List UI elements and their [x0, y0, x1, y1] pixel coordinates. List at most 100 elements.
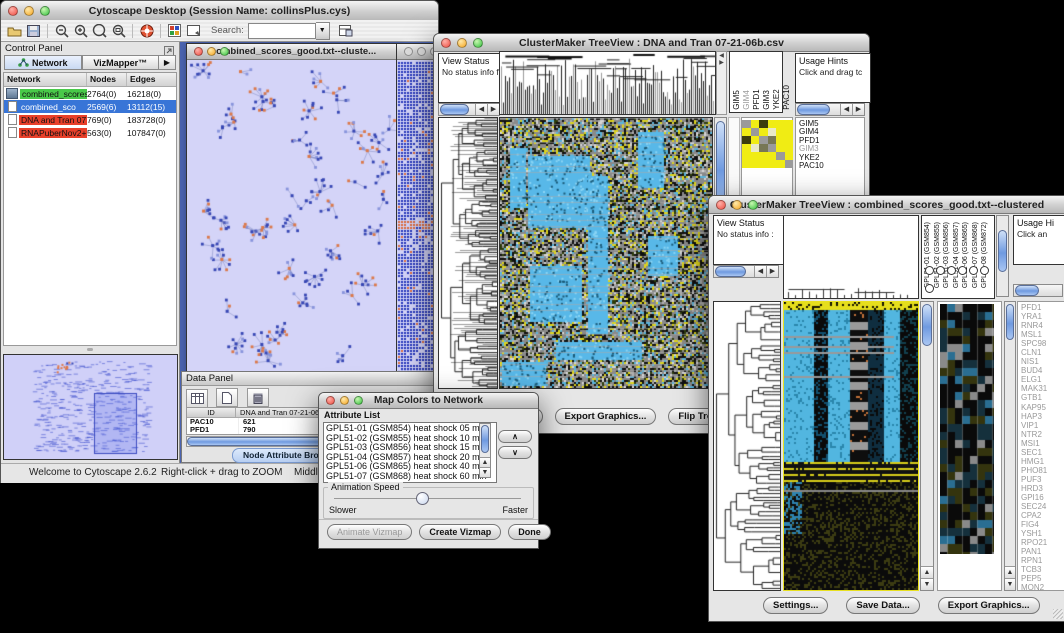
tv2-titlebar[interactable]: ClusterMaker TreeView : combined_scores_… — [709, 196, 1064, 214]
gene-label[interactable]: YSH1 — [1021, 529, 1047, 538]
treeview-button[interactable]: Export Graphics... — [555, 408, 657, 425]
window-controls[interactable] — [441, 38, 483, 48]
scroll-up-icon[interactable]: ▲ — [1005, 566, 1015, 578]
tv1-heatmap[interactable] — [499, 117, 713, 389]
tv2-column-dendrogram[interactable] — [783, 215, 919, 299]
scroll-thumb[interactable] — [715, 266, 746, 277]
gene-label[interactable]: YRA1 — [1021, 312, 1047, 321]
similarity-matrix[interactable] — [742, 120, 793, 168]
tv2-status-scrollbar[interactable]: ◀▶ — [713, 265, 779, 278]
annotation-icon[interactable] — [185, 23, 202, 39]
dialog-titlebar[interactable]: Map Colors to Network — [319, 393, 538, 409]
dialog-button[interactable]: Animate Vizmap — [327, 524, 412, 540]
scroll-left-icon[interactable]: ◀ — [754, 266, 766, 277]
zoom-out-icon[interactable] — [53, 23, 70, 39]
tv1-hints-scrollbar[interactable]: ◀▶ — [795, 103, 865, 116]
network-view-titlebar[interactable]: combined_scores_good.txt--cluste... — [187, 44, 400, 60]
minimize-icon[interactable] — [340, 396, 349, 405]
column-label[interactable]: GIM5 — [733, 85, 741, 110]
gene-label[interactable]: ELG1 — [1021, 375, 1047, 384]
import-table-icon[interactable] — [338, 23, 355, 39]
tv2-zoom-heatmap[interactable] — [940, 304, 994, 554]
column-marker-icon[interactable] — [936, 266, 945, 275]
resize-grip[interactable] — [1053, 609, 1063, 619]
tv1-corner-scroll[interactable]: ◀▶ — [716, 51, 727, 115]
move-down-button[interactable]: ∨ — [498, 446, 532, 459]
column-label[interactable]: YKE2 — [773, 85, 781, 110]
move-up-button[interactable]: ∧ — [498, 430, 532, 443]
gene-label[interactable]: FIG4 — [1021, 520, 1047, 529]
column-marker-icon[interactable] — [925, 284, 934, 293]
zoom-window-icon[interactable] — [354, 396, 363, 405]
new-attribute-icon[interactable] — [216, 388, 238, 407]
minimize-icon[interactable] — [207, 47, 216, 56]
column-label[interactable]: GIM3 — [763, 85, 771, 110]
tab-vizmapper[interactable]: VizMapper™ — [82, 55, 160, 70]
tab-network[interactable]: Network — [4, 55, 82, 70]
gene-label[interactable]: RPN1 — [1021, 556, 1047, 565]
gene-label[interactable]: GTB1 — [1021, 393, 1047, 402]
tv1-column-dendrogram[interactable] — [499, 51, 716, 115]
gene-label[interactable]: MSI1 — [1021, 439, 1047, 448]
gene-label[interactable]: VIP1 — [1021, 421, 1047, 430]
network-overview-thumbnail[interactable] — [3, 354, 178, 460]
tv2-hints-scrollbar[interactable] — [1013, 284, 1063, 297]
help-lifebuoy-icon[interactable] — [138, 23, 155, 39]
close-icon[interactable] — [326, 396, 335, 405]
attribute-list-scrollbar[interactable]: ▲ ▼ — [479, 423, 491, 478]
treeview-button[interactable]: Save Data... — [846, 597, 919, 614]
scroll-thumb[interactable] — [440, 104, 469, 115]
dialog-button[interactable]: Done — [508, 524, 551, 540]
network-view-2-titlebar[interactable] — [397, 44, 438, 60]
scroll-down-icon[interactable]: ▼ — [480, 467, 490, 477]
scroll-left-icon[interactable]: ◀ — [475, 104, 487, 115]
gene-label[interactable]: GPI16 — [1021, 493, 1047, 502]
close-icon[interactable] — [404, 47, 413, 56]
scroll-down-icon[interactable]: ▼ — [921, 578, 933, 590]
close-icon[interactable] — [194, 47, 203, 56]
window-controls[interactable] — [8, 6, 50, 16]
column-marker-icon[interactable] — [947, 266, 956, 275]
scroll-up-icon[interactable]: ▲ — [921, 566, 933, 578]
scroll-thumb[interactable] — [922, 304, 932, 346]
gene-label[interactable]: NTR2 — [1021, 430, 1047, 439]
scroll-up-icon[interactable]: ▲ — [480, 457, 490, 467]
network-graph-canvas[interactable] — [187, 60, 398, 372]
gene-label[interactable]: PHO81 — [1021, 466, 1047, 475]
gene-label[interactable]: SEC24 — [1021, 502, 1047, 511]
splitter-handle[interactable] — [3, 347, 177, 352]
network-table-header[interactable]: Network Nodes Edges — [4, 73, 176, 87]
scroll-thumb[interactable] — [1006, 304, 1014, 340]
scroll-right-icon[interactable]: ▶ — [766, 266, 778, 277]
window-controls[interactable] — [716, 200, 758, 210]
gene-label[interactable]: MON2 — [1021, 583, 1047, 591]
gene-label[interactable]: PUF3 — [1021, 475, 1047, 484]
column-label[interactable]: GIM4 — [743, 85, 751, 110]
scroll-thumb[interactable] — [481, 425, 489, 453]
column-marker-icon[interactable] — [958, 266, 967, 275]
tv2-zoom-vscrollbar[interactable]: ▲ ▼ — [1004, 301, 1016, 591]
open-file-icon[interactable] — [6, 23, 23, 39]
gene-label[interactable]: PEP5 — [1021, 574, 1047, 583]
save-icon[interactable] — [25, 23, 42, 39]
scroll-down-icon[interactable]: ▼ — [1005, 578, 1015, 590]
scroll-thumb[interactable] — [797, 104, 830, 115]
window-controls[interactable] — [326, 396, 363, 405]
gene-label[interactable]: NIS1 — [1021, 357, 1047, 366]
scroll-right-icon[interactable]: ▶ — [487, 104, 499, 115]
gene-label[interactable]: TCB3 — [1021, 565, 1047, 574]
treeview-button[interactable]: Export Graphics... — [938, 597, 1040, 614]
list-item[interactable]: GPL51-07 (GSM868) heat shock 60 min — [326, 472, 494, 482]
column-label[interactable]: PFD1 — [753, 85, 761, 110]
close-icon[interactable] — [441, 38, 451, 48]
search-input[interactable] — [248, 23, 316, 39]
table-row[interactable]: DNA and Tran 07 769(0) 183728(0) — [4, 113, 176, 126]
gene-label[interactable]: SEC1 — [1021, 448, 1047, 457]
tv1-status-scrollbar[interactable]: ◀▶ — [438, 103, 500, 116]
minimize-icon[interactable] — [457, 38, 467, 48]
tv2-row-dendrogram[interactable] — [713, 301, 781, 591]
tabs-overflow-icon[interactable]: ▶ — [159, 55, 176, 70]
gene-label[interactable]: RPO21 — [1021, 538, 1047, 547]
vizmapper-icon[interactable] — [166, 23, 183, 39]
treeview-button[interactable]: Settings... — [763, 597, 828, 614]
